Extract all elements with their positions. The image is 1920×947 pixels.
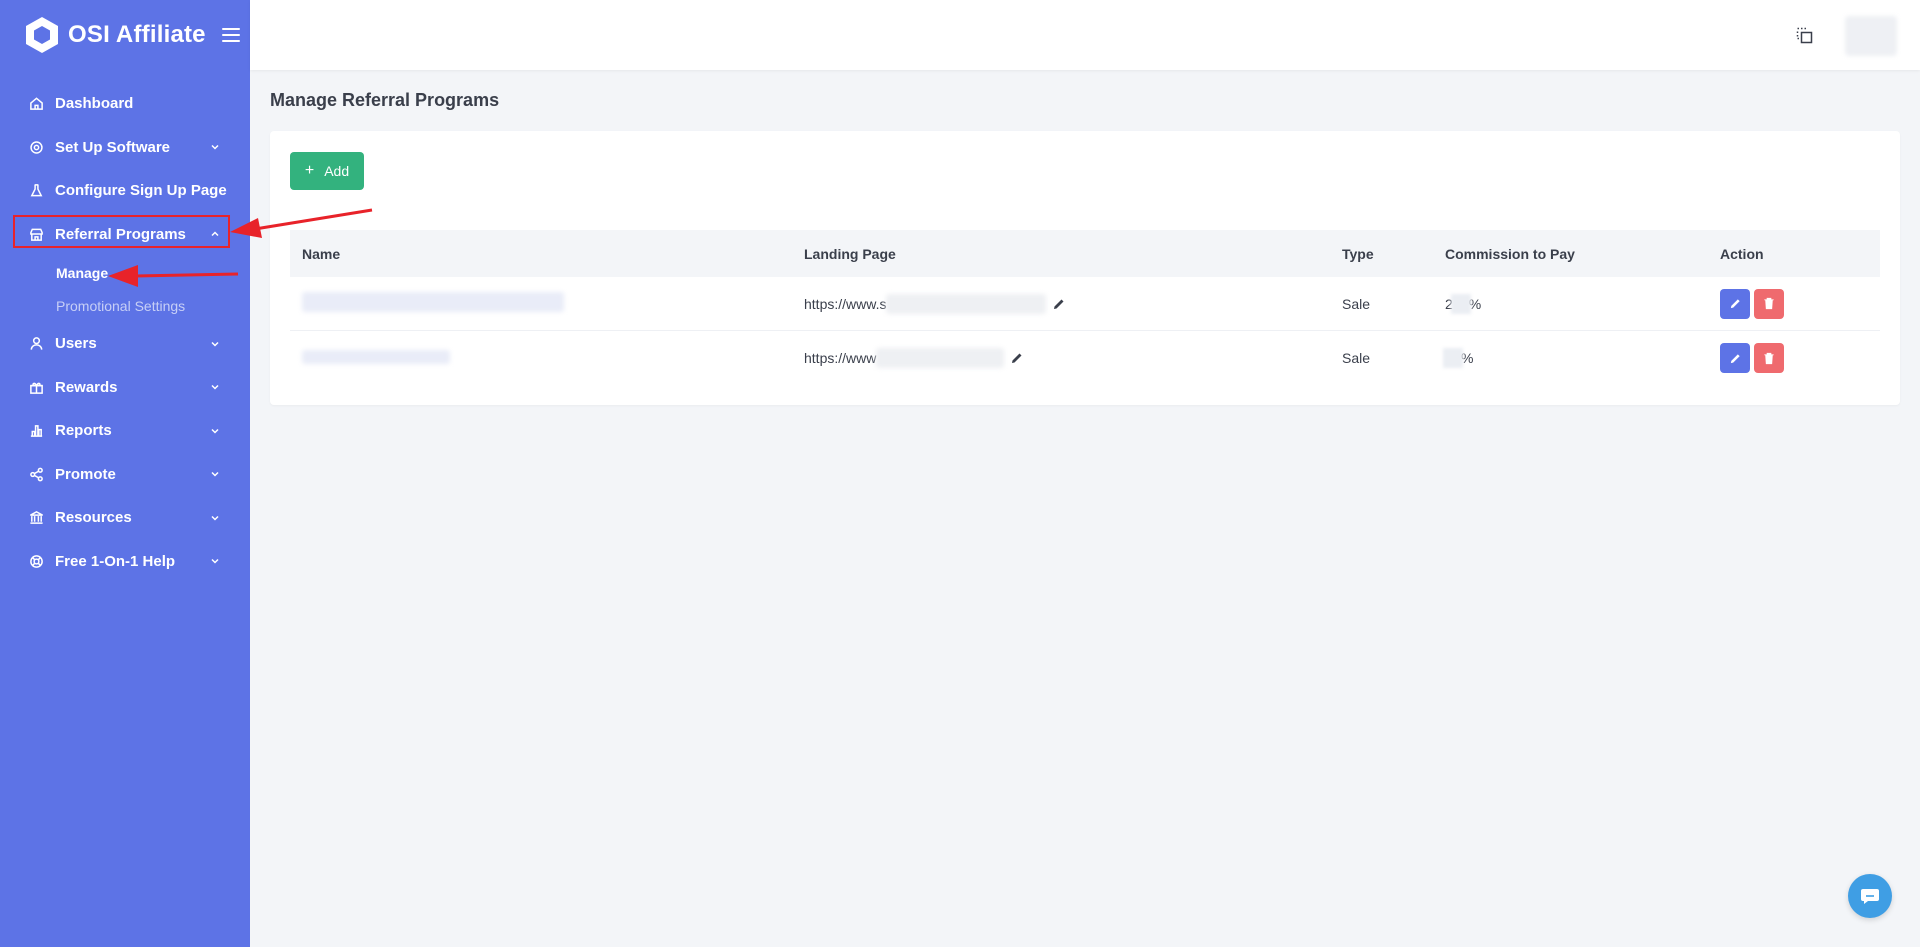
chevron-down-icon — [210, 382, 220, 392]
sidebar-item-free-help[interactable]: Free 1-On-1 Help — [0, 540, 250, 584]
sidebar-item-set-up-software[interactable]: Set Up Software — [0, 126, 250, 170]
annotation-highlight-box — [13, 215, 230, 248]
type-cell: Sale — [1342, 295, 1371, 312]
landing-page-cell: https://www — [804, 348, 1342, 368]
menu-toggle-icon[interactable] — [221, 28, 240, 42]
avatar[interactable] — [1845, 16, 1897, 56]
sidebar-item-dashboard[interactable]: Dashboard — [0, 82, 250, 126]
column-header-landing-page: Landing Page — [804, 245, 896, 262]
table-header: Name Landing Page Type Commission to Pay… — [290, 230, 1880, 277]
sidebar-item-configure-sign-up-page[interactable]: Configure Sign Up Page — [0, 169, 250, 213]
chat-icon — [1861, 889, 1879, 904]
sidebar-item-label: Rewards — [55, 378, 118, 396]
column-header-action: Action — [1720, 245, 1764, 262]
programs-table: Name Landing Page Type Commission to Pay… — [290, 230, 1880, 385]
action-cell — [1720, 343, 1880, 373]
sidebar-item-label: Promote — [55, 465, 116, 483]
sidebar-item-label: Dashboard — [55, 95, 134, 113]
sidebar-item-label: Resources — [55, 509, 132, 527]
pencil-icon — [1730, 353, 1740, 363]
trash-icon — [1764, 297, 1774, 310]
page-title: Manage Referral Programs — [270, 90, 500, 110]
delete-button[interactable] — [1754, 288, 1784, 319]
sidebar-item-label: Set Up Software — [55, 138, 171, 156]
programs-card: + Add Name Landing Page Type Commission … — [270, 131, 1900, 405]
chevron-down-icon — [210, 513, 220, 523]
pencil-icon[interactable] — [1010, 351, 1024, 365]
sidebar-item-users[interactable]: Users — [0, 322, 250, 366]
column-header-commission: Commission to Pay — [1445, 245, 1575, 262]
sidebar: OSI Affiliate Dashboard Set Up Software … — [0, 0, 250, 947]
hexagon-logo-icon — [26, 17, 58, 53]
table-row: https://www Sale % — [290, 331, 1880, 385]
home-icon — [28, 96, 44, 112]
chevron-down-icon — [210, 339, 220, 349]
type-cell: Sale — [1342, 350, 1371, 366]
submenu-item-manage[interactable]: Manage — [56, 256, 250, 289]
add-button[interactable]: + Add — [290, 152, 364, 190]
brand: OSI Affiliate — [0, 0, 250, 70]
column-header-type: Type — [1342, 245, 1374, 262]
gear-icon — [28, 139, 44, 155]
pencil-icon[interactable] — [1052, 297, 1066, 311]
table-row: https://www.s Sale 2 % — [290, 277, 1880, 331]
landing-page-url: https://www — [804, 350, 877, 366]
sidebar-item-rewards[interactable]: Rewards — [0, 366, 250, 410]
action-cell — [1720, 288, 1880, 319]
topbar — [250, 0, 1920, 70]
add-button-label: Add — [324, 163, 350, 179]
referral-programs-submenu: Manage Promotional Settings — [0, 256, 250, 322]
sidebar-item-label: Configure Sign Up Page — [55, 182, 227, 200]
edit-button[interactable] — [1720, 343, 1750, 373]
commission-cell: % — [1443, 348, 1720, 368]
sidebar-item-label: Users — [55, 335, 97, 353]
column-header-name: Name — [302, 245, 341, 262]
sidebar-nav: Dashboard Set Up Software Configure Sign… — [0, 82, 250, 583]
screen-select-icon[interactable] — [1795, 26, 1815, 46]
brand-name: OSI Affiliate — [68, 21, 206, 48]
gift-icon — [28, 379, 44, 395]
commission-cell: 2 % — [1445, 293, 1720, 314]
landing-page-url: https://www.s — [804, 295, 887, 312]
bank-icon — [28, 510, 44, 526]
program-name-redacted — [290, 292, 804, 315]
landing-page-cell: https://www.s — [804, 293, 1342, 314]
chat-widget-button[interactable] — [1848, 874, 1892, 918]
share-icon — [28, 466, 44, 482]
sidebar-item-reports[interactable]: Reports — [0, 409, 250, 453]
chart-icon — [28, 423, 44, 439]
chevron-down-icon — [210, 556, 220, 566]
sidebar-item-label: Free 1-On-1 Help — [55, 552, 176, 570]
user-icon — [28, 336, 44, 352]
delete-button[interactable] — [1754, 343, 1784, 373]
program-name-redacted — [290, 349, 804, 367]
submenu-item-promotional-settings[interactable]: Promotional Settings — [56, 289, 250, 322]
pencil-icon — [1730, 299, 1740, 309]
trash-icon — [1764, 352, 1774, 364]
sidebar-item-promote[interactable]: Promote — [0, 453, 250, 497]
edit-button[interactable] — [1720, 288, 1750, 319]
chevron-down-icon — [210, 142, 220, 152]
plus-icon: + — [304, 162, 315, 179]
chevron-down-icon — [210, 469, 220, 479]
chevron-down-icon — [210, 426, 220, 436]
flask-icon — [28, 183, 44, 199]
sidebar-item-label: Reports — [55, 422, 112, 440]
lifebuoy-icon — [28, 553, 44, 569]
sidebar-item-resources[interactable]: Resources — [0, 496, 250, 540]
